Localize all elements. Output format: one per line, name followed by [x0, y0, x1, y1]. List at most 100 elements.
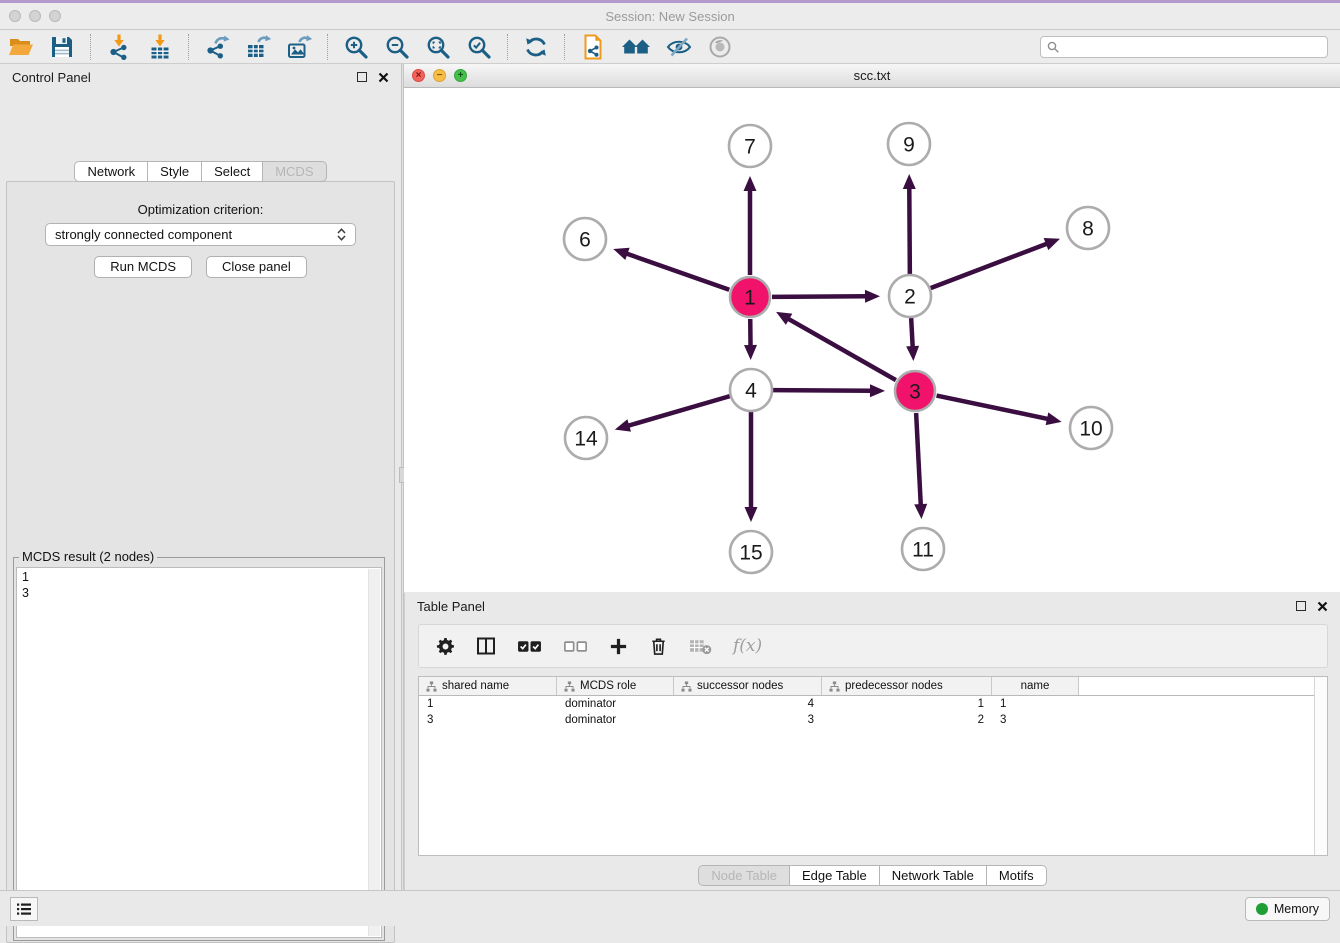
show-all-icon[interactable] [707, 34, 733, 60]
mcds-result-group: MCDS result (2 nodes) 1 3 [13, 557, 385, 941]
tab-motifs[interactable]: Motifs [987, 865, 1047, 886]
table-panel-tabs: Node Table Edge Table Network Table Moti… [405, 865, 1340, 886]
graph-edge-1-2[interactable] [772, 296, 867, 297]
search-field[interactable] [1040, 36, 1328, 58]
graph-edge-2-9[interactable] [909, 187, 910, 274]
graph-node-label: 8 [1082, 218, 1094, 241]
graph-node-label: 14 [574, 428, 598, 451]
tab-network-table[interactable]: Network Table [880, 865, 987, 886]
network-canvas[interactable]: 7968124314101511 [404, 88, 1340, 592]
graph-edge-arrowhead [906, 346, 919, 361]
graph-edge-3-1[interactable] [787, 318, 896, 380]
tab-network[interactable]: Network [74, 161, 148, 182]
column-header-name[interactable]: name [992, 677, 1079, 695]
column-header-label: successor nodes [697, 680, 783, 692]
graph-node-label: 9 [903, 134, 915, 157]
status-bar: Memory [0, 890, 1340, 926]
graph-edge-arrowhead [914, 504, 927, 519]
control-panel-tabs: Network Style Select MCDS [0, 161, 401, 182]
graph-edge-3-11[interactable] [916, 413, 921, 506]
add-column-icon[interactable] [609, 637, 628, 656]
network-window-titlebar[interactable]: × − + scc.txt [404, 64, 1340, 88]
delete-table-icon[interactable] [689, 638, 712, 655]
search-input[interactable] [1064, 40, 1322, 54]
app-title: Session: New Session [0, 9, 1340, 24]
column-header-shared-name[interactable]: shared name [419, 677, 557, 695]
tab-mcds[interactable]: MCDS [263, 161, 326, 182]
memory-button[interactable]: Memory [1245, 897, 1330, 921]
open-file-icon[interactable] [8, 34, 34, 60]
graph-edge-arrowhead [865, 290, 880, 303]
table-cell[interactable]: 1 [992, 696, 1079, 712]
graph-edge-2-8[interactable] [931, 243, 1048, 288]
graph-edge-2-3[interactable] [911, 318, 913, 348]
graph-edge-4-3[interactable] [773, 390, 872, 391]
column-header-predecessor-nodes[interactable]: predecessor nodes [822, 677, 992, 695]
import-network-icon[interactable] [106, 34, 132, 60]
first-neighbors-icon[interactable] [621, 34, 651, 60]
column-header-successor-nodes[interactable]: successor nodes [674, 677, 822, 695]
hide-selected-icon[interactable] [666, 34, 692, 60]
tab-node-table[interactable]: Node Table [698, 865, 790, 886]
table-cell[interactable]: dominator [557, 712, 674, 728]
zoom-out-icon[interactable] [384, 34, 410, 60]
export-network-icon[interactable] [204, 34, 230, 60]
delete-column-icon[interactable] [649, 636, 668, 656]
table-cell[interactable]: 1 [822, 696, 992, 712]
close-table-panel-icon[interactable] [1317, 601, 1328, 612]
zoom-fit-icon[interactable] [425, 34, 451, 60]
table-row[interactable]: 1dominator411 [419, 696, 1327, 712]
tab-select[interactable]: Select [202, 161, 263, 182]
result-scrollbar[interactable] [368, 569, 380, 936]
table-cell[interactable]: 4 [674, 696, 822, 712]
dropdown-stepper-icon [337, 228, 346, 241]
table-cell[interactable]: 2 [822, 712, 992, 728]
graph-edge-3-10[interactable] [937, 396, 1049, 420]
graph-edge-arrowhead [615, 419, 631, 431]
run-mcds-button[interactable]: Run MCDS [94, 256, 192, 278]
gear-icon[interactable] [436, 637, 455, 656]
select-all-columns-icon[interactable] [517, 639, 542, 654]
mcds-result-list[interactable]: 1 3 [16, 567, 382, 938]
table-cell[interactable]: 3 [674, 712, 822, 728]
save-session-icon[interactable] [49, 34, 75, 60]
table-toolbar: f(x) [418, 624, 1328, 668]
graph-edge-arrowhead [870, 384, 885, 397]
table-cell[interactable]: 3 [419, 712, 557, 728]
graph-edge-arrowhead [744, 176, 757, 191]
float-panel-icon[interactable] [357, 72, 367, 82]
function-builder-icon[interactable]: f(x) [733, 636, 762, 656]
memory-label: Memory [1274, 902, 1319, 916]
graph-node-label: 10 [1079, 418, 1102, 441]
toolbar-separator [507, 34, 508, 60]
float-table-panel-icon[interactable] [1296, 601, 1306, 611]
table-cell[interactable]: 3 [992, 712, 1079, 728]
graph-edge-1-6[interactable] [626, 253, 730, 289]
zoom-in-icon[interactable] [343, 34, 369, 60]
table-cell[interactable]: dominator [557, 696, 674, 712]
criterion-dropdown[interactable]: strongly connected component [45, 223, 356, 246]
refresh-layout-icon[interactable] [523, 34, 549, 60]
graph-edge-arrowhead [744, 345, 757, 360]
toolbar-separator [188, 34, 189, 60]
table-row[interactable]: 3dominator323 [419, 712, 1327, 728]
mcds-result-line: 3 [22, 585, 376, 601]
graph-edge-4-14[interactable] [627, 396, 730, 426]
tab-style[interactable]: Style [148, 161, 202, 182]
unselect-all-columns-icon[interactable] [563, 639, 588, 654]
duplicate-network-icon[interactable] [580, 34, 606, 60]
close-panel-icon[interactable] [378, 72, 389, 83]
zoom-selected-icon[interactable] [466, 34, 492, 60]
table-panel: Table Panel f(x) shared nameMCDS r [404, 593, 1340, 890]
split-panel-icon[interactable] [476, 636, 496, 656]
export-image-icon[interactable] [286, 34, 312, 60]
tab-edge-table[interactable]: Edge Table [790, 865, 880, 886]
export-table-icon[interactable] [245, 34, 271, 60]
table-cell[interactable]: 1 [419, 696, 557, 712]
import-table-icon[interactable] [147, 34, 173, 60]
column-header-mcds-role[interactable]: MCDS role [557, 677, 674, 695]
close-panel-button[interactable]: Close panel [206, 256, 307, 278]
task-history-button[interactable] [10, 897, 38, 921]
table-scrollbar[interactable] [1314, 677, 1327, 855]
node-table: shared nameMCDS role successor nodes prede… [418, 676, 1328, 856]
